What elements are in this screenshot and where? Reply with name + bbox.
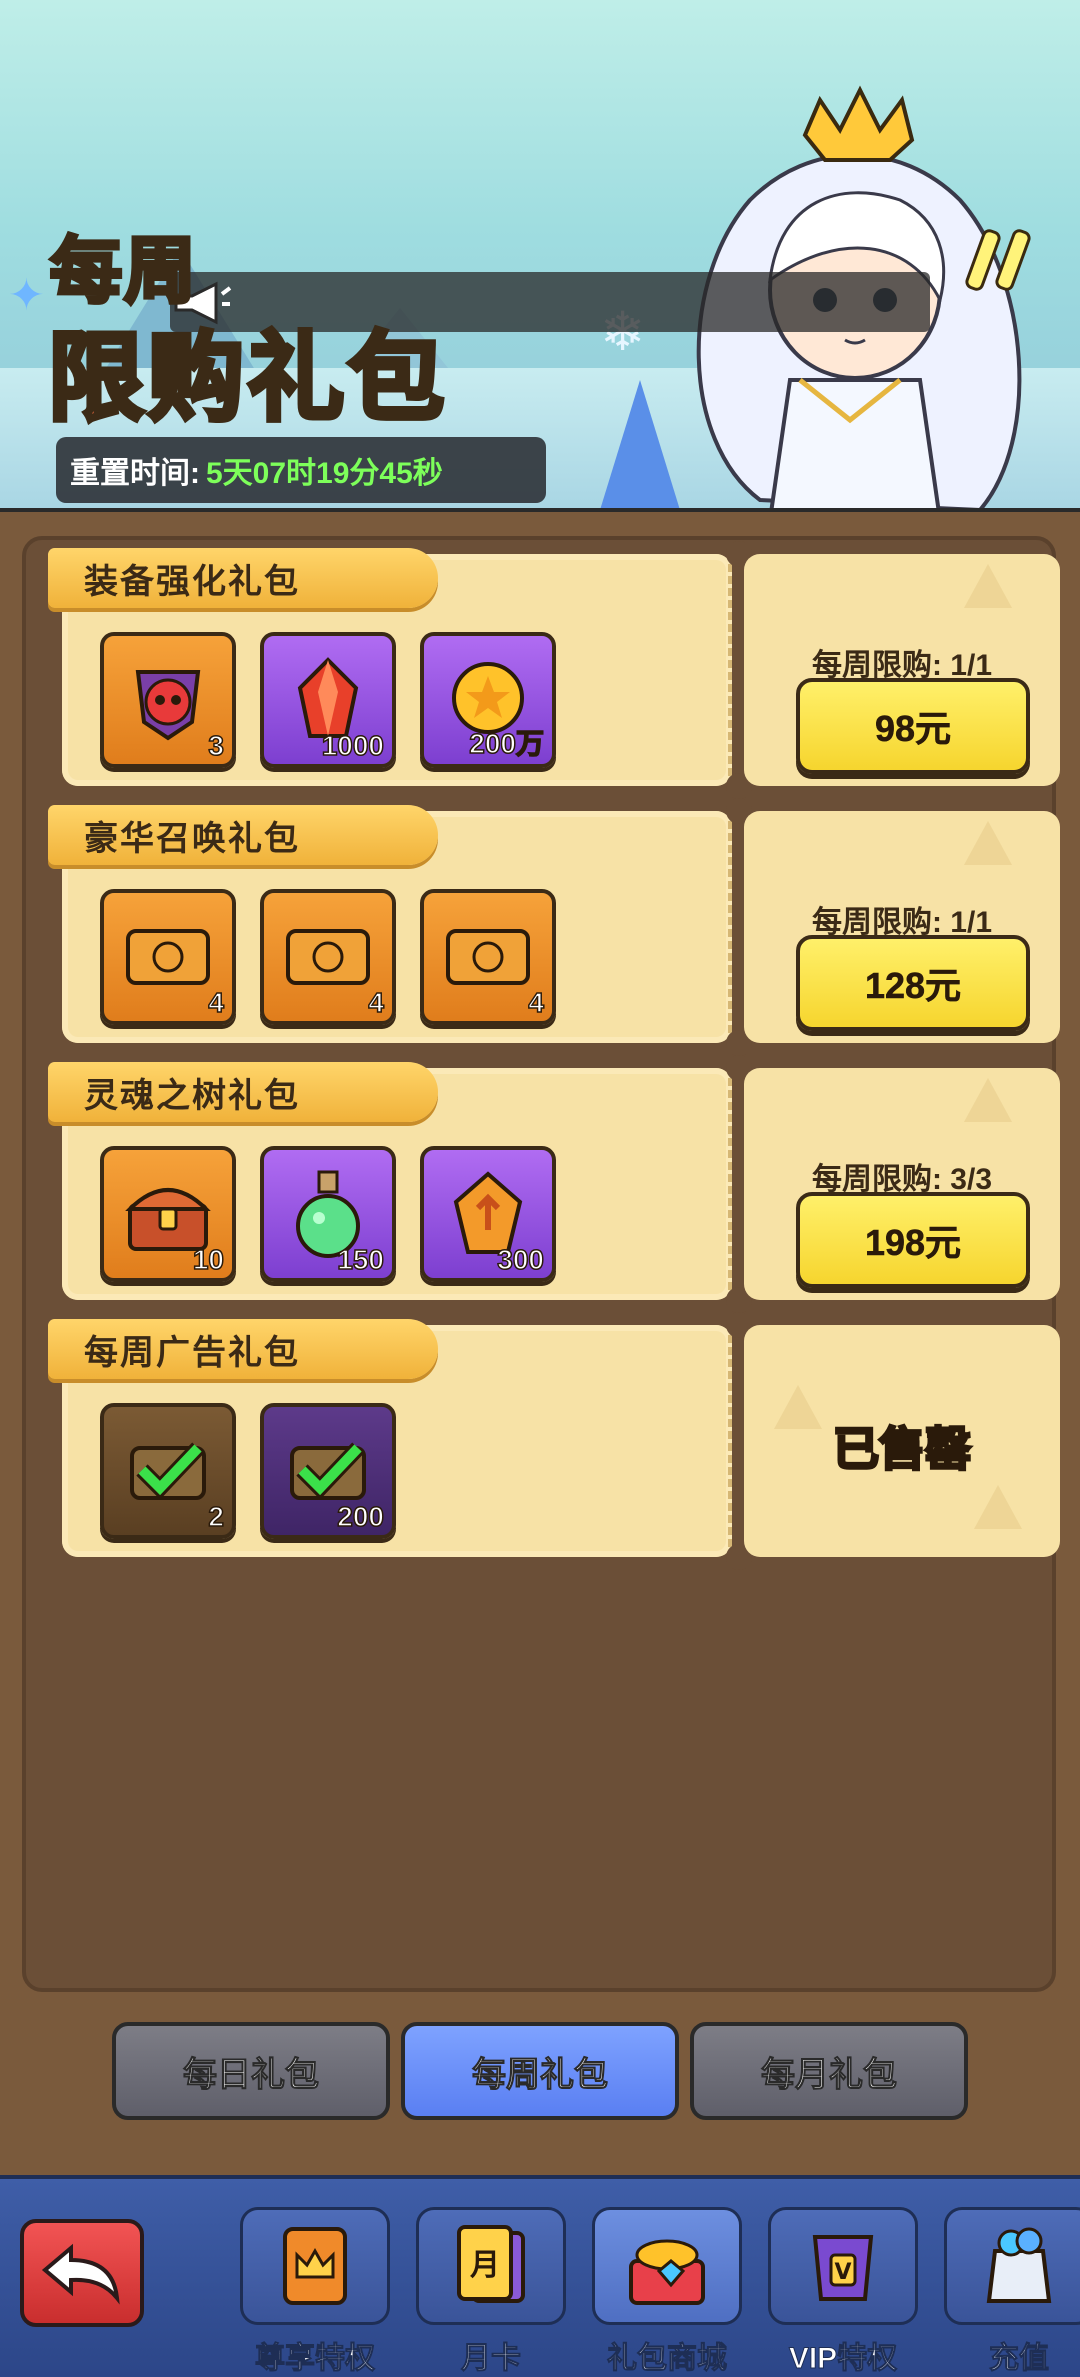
pack-items: 4 4 4 — [100, 889, 556, 1025]
reset-countdown: 5天07时19分45秒 — [206, 457, 443, 490]
gem-bag-icon — [986, 2227, 1052, 2303]
item-quantity: 200 — [337, 1500, 385, 1533]
item-quantity: 1000 — [321, 729, 385, 762]
item-quantity: 300 — [497, 1243, 545, 1276]
pack-title-ribbon: 灵魂之树礼包 — [48, 1062, 438, 1122]
nav-label: 礼包商城 — [607, 2342, 728, 2376]
pack-list-panel: 装备强化礼包 3 1000 200万 每周限购: 1/1 98元 豪华召唤礼包 — [22, 536, 1060, 1992]
nav-label: 尊享特权 — [255, 2342, 376, 2376]
pack-title-ribbon: 每周广告礼包 — [48, 1319, 438, 1379]
item-quantity: 150 — [337, 1243, 385, 1276]
pack-purchase-area: 每周限购: 1/1 98元 — [744, 554, 1060, 786]
pack-title: 每周广告礼包 — [84, 1333, 300, 1372]
bottom-nav: 尊享特权 月 月卡 礼包商城 V VIP特权 充值 — [0, 2175, 1080, 2377]
buy-button[interactable]: 98元 — [796, 678, 1030, 774]
pack-title-ribbon: 装备强化礼包 — [48, 548, 438, 608]
pack-card: 每周广告礼包 2 200 已售罄 — [48, 1312, 1060, 1570]
weekly-banner: ❄ ✦ 每周 限购礼包 重置时间: 5天07时19分45秒 — [0, 0, 1080, 512]
summon-ticket-icon — [126, 929, 210, 985]
pack-item[interactable]: 200万 — [420, 632, 556, 768]
pack-purchase-area: 每周限购: 3/3 198元 — [744, 1068, 1060, 1300]
banner-title-line2: 限购礼包 — [46, 300, 448, 439]
item-quantity: 4 — [528, 986, 545, 1019]
tab-weekly-packs[interactable]: 每周礼包 — [401, 2022, 679, 2120]
tree-decoration — [964, 1078, 1012, 1122]
tab-monthly-packs[interactable]: 每月礼包 — [690, 2022, 968, 2120]
nav-recharge[interactable]: 充值 — [942, 2207, 1080, 2377]
nav-label: VIP特权 — [788, 2342, 898, 2376]
reset-label: 重置时间: — [70, 457, 200, 490]
back-button[interactable] — [20, 2219, 144, 2327]
pack-purchase-area: 已售罄 — [744, 1325, 1060, 1557]
tab-daily-packs[interactable]: 每日礼包 — [112, 2022, 390, 2120]
pack-item[interactable]: 2 — [100, 1403, 236, 1539]
month-badge: 月 — [470, 2248, 500, 2283]
nav-tile — [240, 2207, 390, 2325]
month-card-icon: 月 — [457, 2225, 525, 2303]
nav-label: 月卡 — [461, 2342, 522, 2376]
pack-item[interactable]: 3 — [100, 632, 236, 768]
item-quantity: 2 — [208, 1500, 225, 1533]
pack-item[interactable]: 4 — [260, 889, 396, 1025]
check-ticket-icon — [130, 1442, 206, 1500]
nav-tile — [592, 2207, 742, 2325]
pack-item[interactable]: 200 — [260, 1403, 396, 1539]
pack-item[interactable]: 1000 — [260, 632, 396, 768]
vip-chest-icon: V — [812, 2235, 874, 2301]
pack-items: 3 1000 200万 — [100, 632, 556, 768]
banner-title-highlight: 限购 — [46, 323, 248, 435]
nav-label: 充值 — [989, 2342, 1050, 2376]
tree-decoration — [964, 564, 1012, 608]
nav-privilege[interactable]: 尊享特权 — [238, 2207, 392, 2377]
demon-armor-icon — [135, 670, 201, 741]
pack-purchase-area: 每周限购: 1/1 128元 — [744, 811, 1060, 1043]
back-arrow-icon — [41, 2243, 120, 2305]
item-quantity: 3 — [208, 729, 225, 762]
pack-item[interactable]: 150 — [260, 1146, 396, 1282]
pack-title: 装备强化礼包 — [84, 562, 300, 601]
pack-items: 10 150 300 — [100, 1146, 556, 1282]
pack-item[interactable]: 4 — [420, 889, 556, 1025]
pack-card: 灵魂之树礼包 10 150 300 每周限购: 3/3 198元 — [48, 1055, 1060, 1313]
pack-card: 豪华召唤礼包 4 4 4 每周限购: 1/1 128元 — [48, 798, 1060, 1056]
buy-button[interactable]: 128元 — [796, 935, 1030, 1031]
vip-badge: V — [834, 2260, 851, 2285]
nav-tile — [944, 2207, 1080, 2325]
banner-title-rest: 礼包 — [246, 323, 448, 435]
pack-title: 灵魂之树礼包 — [84, 1076, 300, 1115]
nav-gift-shop[interactable]: 礼包商城 — [590, 2207, 744, 2377]
nav-vip[interactable]: V VIP特权 — [766, 2207, 920, 2377]
pack-item[interactable]: 4 — [100, 889, 236, 1025]
pack-item[interactable]: 10 — [100, 1146, 236, 1282]
sold-out-label: 已售罄 — [832, 1422, 973, 1477]
buy-button[interactable]: 198元 — [796, 1192, 1030, 1288]
nav-tile: 月 — [416, 2207, 566, 2325]
tree-decoration — [964, 821, 1012, 865]
pack-card: 装备强化礼包 3 1000 200万 每周限购: 1/1 98元 — [48, 541, 1060, 799]
pack-item[interactable]: 300 — [420, 1146, 556, 1282]
crown-card-icon — [283, 2227, 347, 2305]
tree-decoration — [974, 1485, 1022, 1529]
summon-ticket-icon — [446, 929, 530, 985]
item-quantity: 10 — [192, 1243, 225, 1276]
summon-ticket-icon — [286, 929, 370, 985]
gift-shop-icon — [629, 2239, 705, 2305]
pack-items: 2 200 — [100, 1403, 396, 1539]
nav-month-card[interactable]: 月 月卡 — [414, 2207, 568, 2377]
pack-title: 豪华召唤礼包 — [84, 819, 300, 858]
sparkle-icon: ✦ — [8, 271, 45, 320]
item-quantity: 4 — [368, 986, 385, 1019]
nav-tile: V — [768, 2207, 918, 2325]
item-quantity: 200万 — [469, 727, 545, 760]
item-quantity: 4 — [208, 986, 225, 1019]
reset-timer: 重置时间: 5天07时19分45秒 — [56, 437, 546, 503]
pack-title-ribbon: 豪华召唤礼包 — [48, 805, 438, 865]
